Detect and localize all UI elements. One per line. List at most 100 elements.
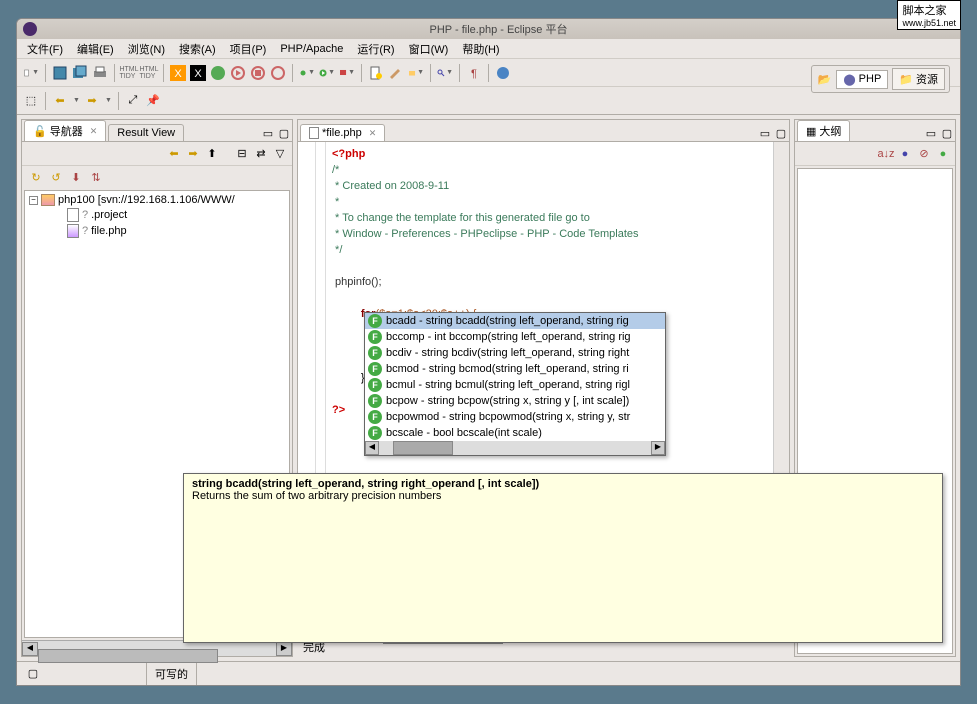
completion-item[interactable]: Fbcpowmod - string bcpowmod(string x, st… xyxy=(365,409,665,425)
menu-project[interactable]: 项目(P) xyxy=(224,39,273,59)
completion-item[interactable]: Fbccomp - int bccomp(string left_operand… xyxy=(365,329,665,345)
tree-file-php[interactable]: ? file.php xyxy=(27,223,287,239)
maximize-icon[interactable]: ▢ xyxy=(276,125,292,141)
sql-icon[interactable] xyxy=(210,65,226,81)
file-label: file.php xyxy=(91,225,126,237)
forward-button[interactable]: ➡ xyxy=(84,93,100,109)
scroll-left-icon[interactable]: ◀ xyxy=(365,441,379,455)
completion-item[interactable]: Fbcpow - string bcpow(string x, string y… xyxy=(365,393,665,409)
hide-static-icon[interactable]: ⊘ xyxy=(916,146,932,162)
tab-editor-file[interactable]: *file.php ✕ xyxy=(300,124,385,141)
back-button[interactable]: ⬅ xyxy=(52,93,68,109)
html-tidy-icon[interactable]: HTMLTIDY xyxy=(121,65,137,81)
fwd-nav-icon[interactable]: ➡ xyxy=(185,146,201,162)
debug-button[interactable]: ▼ xyxy=(299,65,315,81)
tree-expand-icon[interactable]: − xyxy=(29,196,38,205)
view-menu-icon[interactable]: ▽ xyxy=(272,146,288,162)
menu-browse[interactable]: 浏览(N) xyxy=(122,39,171,59)
xampp-icon[interactable]: X xyxy=(170,65,186,81)
new-button[interactable]: ▼ xyxy=(23,65,39,81)
folder-icon xyxy=(41,194,55,206)
refresh-icon[interactable]: ↻ xyxy=(28,169,44,185)
progress-icon[interactable]: ▢ xyxy=(25,666,41,682)
php-file-icon xyxy=(309,127,319,139)
minimize-icon[interactable]: ▭ xyxy=(260,125,276,141)
scroll-left-icon[interactable]: ◀ xyxy=(22,642,38,656)
apache-start-icon[interactable] xyxy=(230,65,246,81)
function-icon: F xyxy=(368,410,382,424)
menubar: 文件(F) 编辑(E) 浏览(N) 搜索(A) 项目(P) PHP/Apache… xyxy=(17,39,960,59)
eclipse-icon xyxy=(23,22,37,36)
svg-text:X: X xyxy=(194,68,202,80)
menu-phpapache[interactable]: PHP/Apache xyxy=(274,41,349,57)
perspective-resource[interactable]: 📁资源 xyxy=(892,68,945,90)
sort-icon[interactable]: a↓z xyxy=(878,146,894,162)
completion-item[interactable]: Fbcadd - string bcadd(string left_operan… xyxy=(365,313,665,329)
completion-item[interactable]: Fbcdiv - string bcdiv(string left_operan… xyxy=(365,345,665,361)
completion-item[interactable]: Fbcscale - bool bcscale(int scale) xyxy=(365,425,665,441)
menu-file[interactable]: 文件(F) xyxy=(21,39,69,59)
collapse-icon[interactable]: ⬚ xyxy=(23,93,39,109)
function-icon: F xyxy=(368,378,382,392)
scroll-right-icon[interactable]: ▶ xyxy=(276,642,292,656)
close-icon[interactable]: ✕ xyxy=(90,126,98,137)
scroll-right-icon[interactable]: ▶ xyxy=(651,441,665,455)
watermark-line1: 脚本之家 xyxy=(902,2,956,18)
maximize-icon[interactable]: ▢ xyxy=(939,125,955,141)
save-button[interactable] xyxy=(52,65,68,81)
minimize-icon[interactable]: ▭ xyxy=(923,125,939,141)
tab-outline[interactable]: ▦ 大纲 xyxy=(797,120,850,141)
x-icon[interactable]: X xyxy=(190,65,206,81)
function-icon: F xyxy=(368,362,382,376)
run-button[interactable]: ▼ xyxy=(319,65,335,81)
hide-nonpublic-icon[interactable]: ● xyxy=(897,146,913,162)
sync-icon[interactable]: ⇅ xyxy=(88,169,104,185)
search-button[interactable]: ▼ xyxy=(437,65,453,81)
perspective-php[interactable]: ⬤PHP xyxy=(836,70,888,89)
open-perspective-button[interactable]: 📂 xyxy=(816,71,832,87)
php-file-icon xyxy=(67,224,79,238)
function-icon: F xyxy=(368,346,382,360)
project-label: php100 [svn://192.168.1.106/WWW/ xyxy=(58,194,235,206)
back-nav-icon[interactable]: ⬅ xyxy=(166,146,182,162)
update-icon[interactable]: ⬇ xyxy=(68,169,84,185)
annotation-button[interactable]: ¶ xyxy=(466,65,482,81)
tab-navigator[interactable]: 🔓 导航器 ✕ xyxy=(24,120,106,141)
completion-item[interactable]: Fbcmul - string bcmul(string left_operan… xyxy=(365,377,665,393)
pin-icon[interactable]: 📌 xyxy=(145,93,161,109)
html-tidy2-icon[interactable]: HTMLTIDY xyxy=(141,65,157,81)
save-all-button[interactable] xyxy=(72,65,88,81)
expand-icon[interactable]: ⤢ xyxy=(125,93,141,109)
close-icon[interactable]: ✕ xyxy=(369,128,377,139)
file-label: .project xyxy=(91,209,127,221)
completion-hscroll[interactable]: ◀ ▶ xyxy=(365,441,665,455)
link-editor-icon[interactable]: ⇄ xyxy=(253,146,269,162)
tree-file-project[interactable]: ? .project xyxy=(27,207,287,223)
ext-tools-button[interactable]: ▼ xyxy=(339,65,355,81)
folder-button[interactable]: ▼ xyxy=(408,65,424,81)
scroll-thumb[interactable] xyxy=(393,441,453,455)
hide-local-icon[interactable]: ● xyxy=(935,146,951,162)
up-nav-icon[interactable]: ⬆ xyxy=(204,146,220,162)
menu-run[interactable]: 运行(R) xyxy=(351,39,400,59)
new-php-button[interactable] xyxy=(368,65,384,81)
collapse-all-icon[interactable]: ⊟ xyxy=(234,146,250,162)
edit-php-button[interactable] xyxy=(388,65,404,81)
minimize-icon[interactable]: ▭ xyxy=(757,125,773,141)
print-button[interactable] xyxy=(92,65,108,81)
apache-stop-icon[interactable] xyxy=(250,65,266,81)
watermark-badge: 脚本之家 www.jb51.net xyxy=(897,0,961,30)
completion-item[interactable]: Fbcmod - string bcmod(string left_operan… xyxy=(365,361,665,377)
menu-window[interactable]: 窗口(W) xyxy=(403,39,455,59)
tab-result-view[interactable]: Result View xyxy=(108,124,184,141)
world-icon[interactable] xyxy=(495,65,511,81)
commit-icon[interactable]: ↺ xyxy=(48,169,64,185)
status-writable: 可写的 xyxy=(147,662,197,685)
menu-edit[interactable]: 编辑(E) xyxy=(71,39,120,59)
maximize-icon[interactable]: ▢ xyxy=(773,125,789,141)
menu-search[interactable]: 搜索(A) xyxy=(173,39,222,59)
code-completion-popup[interactable]: Fbcadd - string bcadd(string left_operan… xyxy=(364,312,666,456)
apache-restart-icon[interactable] xyxy=(270,65,286,81)
menu-help[interactable]: 帮助(H) xyxy=(456,39,505,59)
tree-project-root[interactable]: − php100 [svn://192.168.1.106/WWW/ xyxy=(27,193,287,207)
